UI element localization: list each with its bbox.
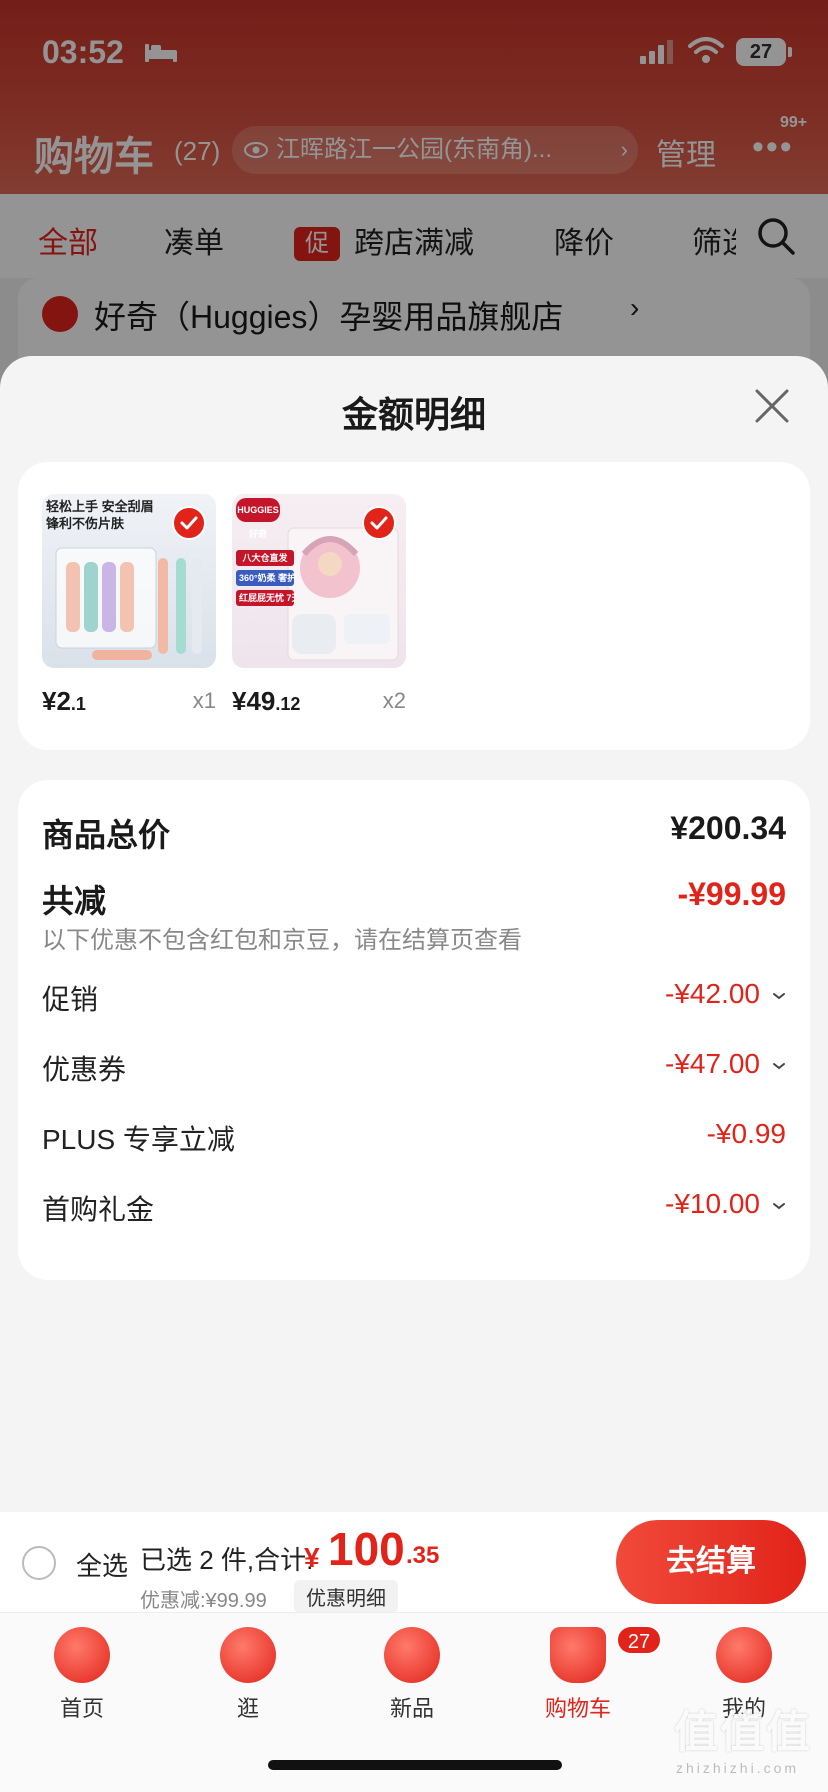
discount-detail-button[interactable]: 优惠明细: [294, 1580, 398, 1613]
selected-check-icon: [362, 506, 396, 540]
new-products-icon: [384, 1627, 440, 1683]
total-reduction-row: 共减 -¥99.99 以下优惠不包含红包和京豆，请在结算页查看: [42, 876, 786, 956]
chevron-down-icon: [773, 1202, 785, 1209]
discount-value: -¥47.00: [665, 1048, 786, 1080]
select-all-checkbox[interactable]: [22, 1546, 56, 1580]
discount-value: -¥10.00: [665, 1188, 786, 1220]
product-price: ¥2.1: [42, 686, 86, 716]
product-item[interactable]: 轻松上手 安全刮眉 锋利不伤片肤 ¥2.1 x1: [42, 494, 216, 716]
subtotal-label: 商品总价: [42, 817, 171, 853]
subtotal-row: 商品总价 ¥200.34: [42, 810, 786, 854]
subtotal-value: ¥200.34: [670, 810, 786, 846]
cart-badge: 27: [616, 1625, 662, 1655]
tabbar-item-new-products[interactable]: 新品: [352, 1627, 472, 1723]
product-thumbnail: HUGGIES 好奇 八大仓直发 360°奶柔 奢护小奶肚 红屁屁无忧 7天价保…: [232, 494, 406, 668]
tabbar-label: 首页: [59, 1696, 104, 1721]
selected-check-icon: [172, 506, 206, 540]
discount-label: PLUS 专享立减: [42, 1124, 235, 1155]
tabbar-label: 购物车: [544, 1696, 611, 1721]
discount-value: -¥0.99: [706, 1118, 786, 1149]
discount-row-promotion[interactable]: 促销 -¥42.00: [42, 978, 786, 1018]
home-icon: [54, 1627, 110, 1683]
total-reduction-value: -¥99.99: [677, 876, 786, 912]
total-currency: ¥: [304, 1542, 320, 1573]
total-amount-decimal: .35: [406, 1542, 440, 1569]
discount-row-plus: PLUS 专享立减 -¥0.99: [42, 1118, 786, 1158]
selected-products-card: 轻松上手 安全刮眉 锋利不伤片肤 ¥2.1 x1 HUGGIES 好奇 八大仓直…: [18, 462, 810, 750]
checkout-bar: 全选 已选 2 件,合计: ¥ 100 .35 优惠减:¥99.99 优惠明细 …: [0, 1512, 828, 1613]
discount-label: 促销: [42, 984, 99, 1015]
sheet-title: 金额明细: [341, 394, 486, 435]
chevron-down-icon: [773, 1062, 785, 1069]
product-item[interactable]: HUGGIES 好奇 八大仓直发 360°奶柔 奢护小奶肚 红屁屁无忧 7天价保…: [232, 494, 406, 716]
home-indicator[interactable]: [268, 1760, 562, 1770]
select-all-label[interactable]: 全选: [76, 1546, 128, 1583]
product-thumb-tags: 八大仓直发 360°奶柔 奢护小奶肚 红屁屁无忧 7天价保 运费险: [236, 550, 294, 610]
tabbar-item-browse[interactable]: 逛: [188, 1627, 308, 1723]
watermark-url: zhizhizhi.com: [676, 1760, 800, 1776]
tabbar-item-home[interactable]: 首页: [22, 1627, 142, 1723]
total-amount-integer: 100: [328, 1523, 405, 1575]
discount-value: -¥42.00: [665, 978, 786, 1010]
tabbar-item-cart[interactable]: 27 购物车: [518, 1625, 662, 1723]
reduction-note: 以下优惠不包含红包和京豆，请在结算页查看: [42, 927, 522, 954]
product-quantity: x1: [192, 688, 216, 713]
product-price: ¥49.12: [232, 686, 301, 716]
discount-label: 优惠券: [42, 1054, 127, 1085]
cart-icon: 27: [550, 1625, 662, 1683]
tabbar-label: 逛: [236, 1696, 259, 1721]
watermark-logo: 值值值: [674, 1708, 812, 1757]
checkout-button[interactable]: 去结算: [616, 1520, 806, 1604]
profile-icon: [716, 1627, 772, 1683]
total-reduction-label: 共减: [42, 883, 107, 919]
price-summary-card: 商品总价 ¥200.34 共减 -¥99.99 以下优惠不包含红包和京豆，请在结…: [18, 780, 810, 1280]
eyebrow-razor-image: [55, 547, 202, 660]
tabbar-label: 新品: [389, 1696, 434, 1721]
product-thumb-text: 轻松上手 安全刮眉 锋利不伤片肤: [46, 499, 154, 531]
diaper-package-image: [287, 527, 399, 661]
chevron-down-icon: [773, 992, 785, 999]
browse-icon: [220, 1627, 276, 1683]
discount-total-text: 优惠减:¥99.99: [140, 1590, 267, 1612]
discount-label: 首购礼金: [42, 1194, 155, 1225]
product-thumbnail: 轻松上手 安全刮眉 锋利不伤片肤: [42, 494, 216, 668]
product-quantity: x2: [382, 688, 406, 713]
selected-summary: 已选 2 件,合计:: [140, 1545, 314, 1575]
huggies-logo: HUGGIES 好奇: [236, 498, 280, 539]
close-icon[interactable]: [754, 388, 790, 424]
discount-row-coupon[interactable]: 优惠券 -¥47.00: [42, 1048, 786, 1088]
discount-row-first-purchase[interactable]: 首购礼金 -¥10.00: [42, 1188, 786, 1228]
